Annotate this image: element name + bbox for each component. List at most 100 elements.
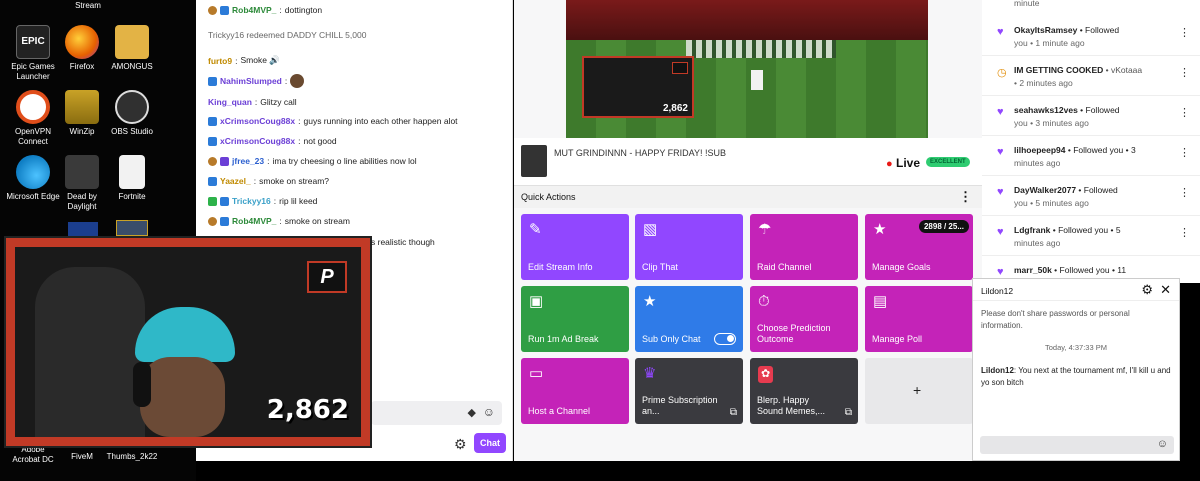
chat-message: xCrimsonCoug88x: guys running into each …: [208, 116, 458, 126]
desktop-icon-fortnite[interactable]: Fortnite: [102, 155, 162, 202]
quick-action-choose-prediction-outcome[interactable]: ⏱ Choose Prediction Outcome: [750, 286, 858, 352]
tile-label: Prime Subscription an...: [642, 395, 718, 416]
chat-username[interactable]: Trickyy16: [232, 196, 271, 206]
stadium-stands: [566, 0, 928, 40]
stream-manager-center: 2,862 MUT GRINDINNN - HAPPY FRIDAY! !SUB…: [514, 0, 982, 461]
more-options-icon[interactable]: ⋮: [1179, 226, 1190, 239]
activity-user[interactable]: lilhoepeep94: [1014, 145, 1066, 155]
activity-user[interactable]: DayWalker2077: [1014, 185, 1076, 195]
tile-label: Manage Poll: [872, 334, 923, 344]
quick-action-blerp[interactable]: ✿ Blerp. Happy Sound Memes,... ⧉: [750, 358, 858, 424]
quick-action-host-a-channel[interactable]: ▭ Host a Channel: [521, 358, 629, 424]
more-options-icon[interactable]: ⋮: [1179, 26, 1190, 39]
chat-username[interactable]: Rob4MVP_: [232, 216, 276, 226]
heart-icon: ♥: [997, 106, 1004, 118]
activity-user[interactable]: marr_50k: [1014, 265, 1052, 275]
quick-action-sub-only-chat[interactable]: ★ Sub Only Chat: [635, 286, 743, 352]
heart-icon: ♥: [997, 146, 1004, 158]
edge-icon: [16, 155, 50, 189]
connection-quality-badge: EXCELLENT: [926, 157, 970, 167]
chat-separator: :: [284, 76, 288, 86]
badge-icon: [208, 156, 217, 166]
badge-icon: [208, 216, 217, 226]
chat-message: jfree_23: ima try cheesing o line abilit…: [208, 156, 417, 166]
bits-icon[interactable]: ◆: [468, 406, 476, 419]
desktop-icon-label: Fortnite: [118, 192, 146, 201]
activity-user[interactable]: OkayItsRamsey: [1014, 25, 1077, 35]
chat-settings-icon[interactable]: ⚙: [454, 436, 467, 453]
whisper-close-icon[interactable]: ✕: [1160, 282, 1171, 298]
chat-separator: :: [253, 176, 257, 186]
whisper-settings-icon[interactable]: ⚙: [1141, 282, 1153, 298]
clapperboard-icon: ▧: [643, 221, 658, 238]
quick-action-edit-stream-info[interactable]: ✎ Edit Stream Info: [521, 214, 629, 280]
chat-redeem-notice: Trickyy16 redeemed DADDY CHILL 5,000: [208, 30, 366, 40]
chat-send-button[interactable]: Chat: [474, 433, 506, 453]
desktop-icon-thumbs-2k22[interactable]: Thumbs_2k22: [102, 452, 162, 462]
epic-games-icon: EPIC: [16, 25, 50, 59]
activity-user[interactable]: seahawks12ves: [1014, 105, 1078, 115]
more-options-icon[interactable]: ⋮: [1179, 106, 1190, 119]
chat-username[interactable]: King_quan: [208, 97, 252, 107]
quick-actions-grid: ✎ Edit Stream Info ▧ Clip That ☂ Raid Ch…: [521, 214, 977, 428]
ad-icon: ▣: [529, 293, 544, 310]
quick-action-manage-poll[interactable]: ▤ Manage Poll: [865, 286, 973, 352]
clock-icon: ◷: [997, 67, 1007, 79]
desktop-icon-amongus[interactable]: AMONGUS: [102, 25, 162, 72]
chat-username[interactable]: furto9: [208, 56, 232, 66]
chat-username[interactable]: jfree_23: [232, 156, 264, 166]
quick-action-raid-channel[interactable]: ☂ Raid Channel: [750, 214, 858, 280]
emote-picker-icon[interactable]: ☺: [1157, 438, 1168, 450]
tile-label: Blerp. Happy Sound Memes,...: [757, 395, 826, 416]
chat-separator: :: [279, 5, 282, 15]
more-options-icon[interactable]: ⋮: [1179, 186, 1190, 199]
quick-action-prime-subscription[interactable]: ♛ Prime Subscription an... ⧉: [635, 358, 743, 424]
chat-username[interactable]: xCrimsonCoug88x: [220, 136, 295, 146]
more-options-icon[interactable]: ⋮: [1179, 146, 1190, 159]
chat-username[interactable]: Yaazel_: [220, 176, 251, 186]
activity-truncated-sub: minute: [1014, 0, 1040, 8]
viewer-counter: 2,862: [266, 395, 349, 425]
whisper-input[interactable]: ☺: [980, 436, 1174, 454]
whisper-sender[interactable]: Lildon12: [981, 366, 1014, 375]
chat-username[interactable]: Rob4MVP_: [232, 5, 276, 15]
desktop-icon-obs[interactable]: OBS Studio: [102, 90, 162, 137]
activity-user[interactable]: Ldgfrank: [1014, 225, 1050, 235]
badge-icon: [208, 5, 217, 15]
pencil-icon: ✎: [529, 221, 542, 238]
whisper-window: Lildon12 ⚙ ✕ Please don't share password…: [972, 278, 1180, 461]
sub-only-toggle[interactable]: [714, 333, 736, 345]
chat-input[interactable]: ◆ ☺: [371, 401, 502, 425]
quick-action-clip-that[interactable]: ▧ Clip That: [635, 214, 743, 280]
stream-preview[interactable]: 2,862: [566, 0, 928, 138]
quick-action-run-ad-break[interactable]: ▣ Run 1m Ad Break: [521, 286, 629, 352]
poll-icon: ▤: [873, 293, 888, 310]
activity-item: ♥ DayWalker2077 • Followed you • 5 minute…: [982, 176, 1200, 216]
more-options-icon[interactable]: ⋮: [1179, 66, 1190, 79]
chat-separator: :: [298, 116, 301, 126]
chat-username[interactable]: xCrimsonCoug88x: [220, 116, 295, 126]
webcam-overlay: P 2,862: [4, 236, 372, 448]
activity-action: • Followed you • 11: [1051, 265, 1127, 275]
pip-webcam: 2,862: [582, 56, 694, 118]
toggle-knob: [727, 335, 734, 342]
live-indicator: ● Live: [886, 156, 920, 170]
add-quick-action-button[interactable]: +: [865, 358, 973, 424]
badge-icon: [220, 156, 229, 166]
chat-message: s realistic though: [371, 237, 435, 247]
whisper-warning: Please don't share passwords or personal…: [981, 309, 1130, 330]
activity-action: • vKotaaa: [1103, 65, 1143, 75]
chat-username[interactable]: NahimSlumped: [220, 76, 282, 86]
activity-item: ♥ seahawks12ves • Followed you • 3 minute…: [982, 96, 1200, 136]
stream-thumbnail[interactable]: [521, 145, 547, 177]
stream-info-bar: MUT GRINDINNN - HAPPY FRIDAY! !SUB ● Liv…: [514, 138, 982, 186]
quick-actions-menu-icon[interactable]: ⋮: [959, 189, 972, 205]
chat-message: Trickyy16: rip lil keed: [208, 196, 317, 206]
activity-action: • Followed: [1076, 185, 1118, 195]
dead-by-daylight-icon: [65, 155, 99, 189]
quick-action-manage-goals[interactable]: ★ 2898 / 25... Manage Goals: [865, 214, 973, 280]
emote-picker-icon[interactable]: ☺: [483, 405, 495, 419]
activity-time: minutes ago: [1014, 158, 1061, 168]
activity-action: • Followed: [1077, 25, 1120, 35]
activity-user[interactable]: IM GETTING COOKED: [1014, 65, 1103, 75]
